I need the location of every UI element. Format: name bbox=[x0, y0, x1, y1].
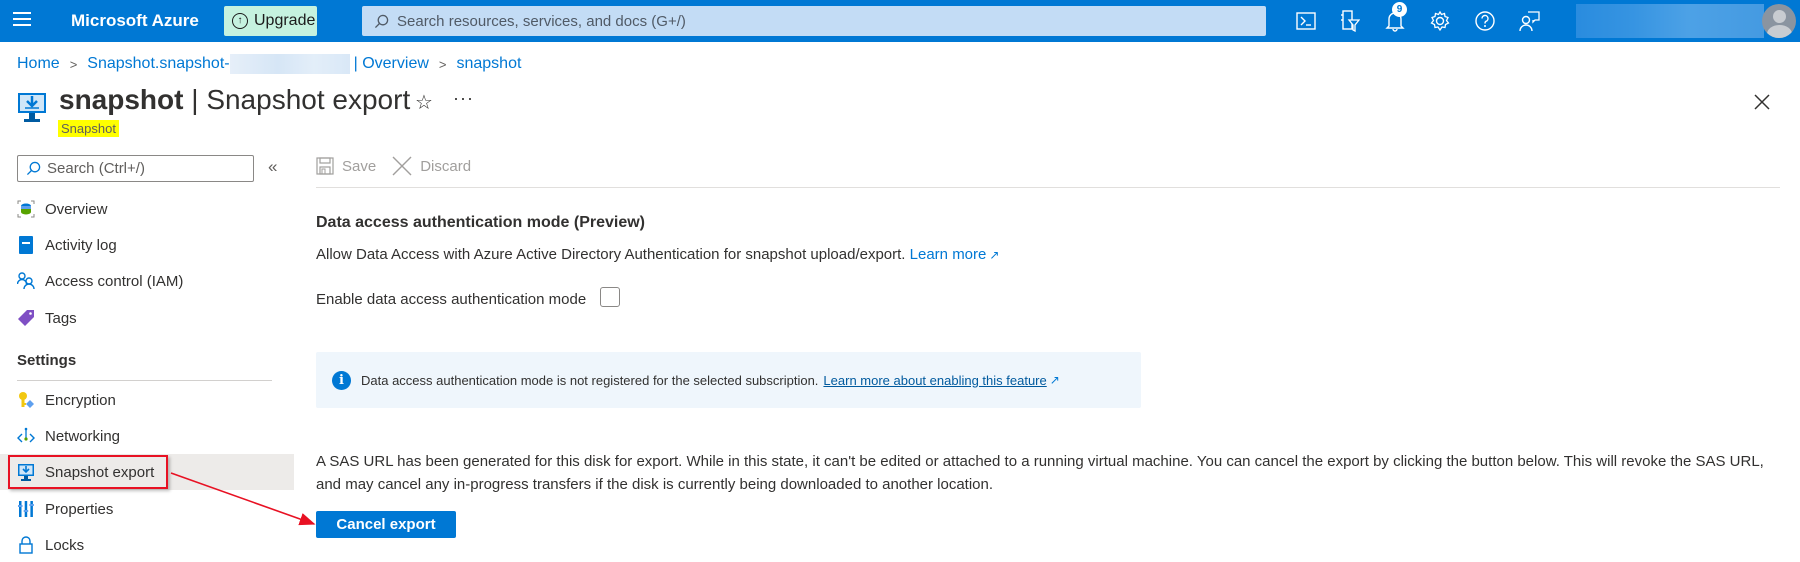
iam-icon bbox=[17, 272, 35, 290]
enable-feature-link[interactable]: Learn more about enabling this feature bbox=[823, 373, 1046, 388]
sidebar-search-placeholder: Search (Ctrl+/) bbox=[47, 160, 145, 177]
page-title: snapshot | Snapshot export bbox=[59, 84, 410, 116]
breadcrumb-snapshot-overview[interactable]: Snapshot.snapshot- bbox=[87, 55, 229, 73]
sidebar-item-encryption[interactable]: Encryption bbox=[0, 382, 294, 418]
section-description-text: Allow Data Access with Azure Active Dire… bbox=[316, 246, 906, 263]
networking-icon bbox=[17, 427, 35, 445]
settings-heading: Settings bbox=[17, 352, 77, 369]
more-options-button[interactable]: ··· bbox=[453, 88, 474, 109]
sidebar-item-properties[interactable]: Properties bbox=[0, 491, 294, 527]
sidebar-item-label: Encryption bbox=[45, 391, 116, 409]
sidebar-item-label: Tags bbox=[45, 309, 77, 327]
resource-type-subtitle: Snapshot bbox=[58, 120, 119, 137]
section-description: Allow Data Access with Azure Active Dire… bbox=[316, 246, 999, 263]
sidebar-item-label: Access control (IAM) bbox=[45, 272, 184, 290]
breadcrumb-overview[interactable]: | Overview bbox=[354, 55, 429, 73]
sidebar-item-label: Activity log bbox=[45, 236, 117, 254]
upgrade-label: Upgrade bbox=[254, 12, 316, 29]
sidebar-item-label: Locks bbox=[45, 536, 85, 554]
chevron-right-icon: > bbox=[438, 56, 447, 72]
save-label: Save bbox=[342, 157, 377, 175]
notification-badge: 9 bbox=[1392, 2, 1407, 17]
global-search-placeholder: Search resources, services, and docs (G+… bbox=[397, 12, 686, 30]
settings-icon[interactable] bbox=[1428, 9, 1452, 33]
sidebar-item-tags[interactable]: Tags bbox=[0, 300, 294, 336]
search-icon bbox=[26, 161, 41, 176]
help-icon[interactable] bbox=[1473, 9, 1497, 33]
save-button[interactable]: Save bbox=[316, 157, 376, 175]
cloud-shell-icon[interactable] bbox=[1294, 9, 1318, 33]
sidebar-item-label: Networking bbox=[45, 427, 121, 445]
avatar[interactable] bbox=[1762, 4, 1796, 38]
account-info-redacted[interactable] bbox=[1576, 4, 1764, 38]
divider bbox=[17, 380, 272, 381]
title-separator: | bbox=[183, 84, 207, 115]
breadcrumb-home[interactable]: Home bbox=[17, 55, 60, 73]
cancel-export-button[interactable]: Cancel export bbox=[316, 511, 456, 538]
sidebar-item-networking[interactable]: Networking bbox=[0, 418, 294, 454]
snapshot-export-icon bbox=[17, 90, 47, 124]
upgrade-button[interactable]: ↑ Upgrade bbox=[224, 6, 317, 36]
enable-data-access-auth-checkbox[interactable] bbox=[600, 287, 620, 307]
favorite-star-icon[interactable]: ☆ bbox=[415, 90, 433, 115]
lock-icon bbox=[17, 536, 35, 554]
menu-icon[interactable] bbox=[13, 12, 31, 28]
divider bbox=[316, 187, 1780, 188]
save-icon bbox=[316, 157, 334, 175]
breadcrumb: Home > Snapshot.snapshot- | Overview > s… bbox=[17, 54, 521, 74]
sidebar-search-input[interactable]: Search (Ctrl+/) bbox=[17, 155, 254, 182]
section-title: Data access authentication mode (Preview… bbox=[316, 214, 645, 231]
info-banner: i Data access authentication mode is not… bbox=[316, 352, 1141, 408]
annotation-highlight-box bbox=[8, 455, 168, 489]
info-icon: i bbox=[332, 370, 351, 390]
learn-more-link[interactable]: Learn more ↗ bbox=[910, 246, 1000, 263]
properties-icon bbox=[17, 500, 35, 518]
discard-label: Discard bbox=[420, 157, 472, 175]
discard-button[interactable]: Discard bbox=[392, 156, 471, 176]
resource-name: snapshot bbox=[59, 84, 184, 115]
sidebar-item-activity-log[interactable]: Activity log bbox=[0, 227, 294, 263]
command-bar: Save Discard bbox=[316, 156, 487, 176]
search-icon bbox=[374, 14, 389, 29]
sidebar-item-label: Overview bbox=[45, 200, 108, 218]
global-search-input[interactable]: Search resources, services, and docs (G+… bbox=[362, 6, 1266, 36]
tag-icon bbox=[17, 309, 35, 327]
key-icon bbox=[17, 391, 35, 409]
sidebar-item-access-control[interactable]: Access control (IAM) bbox=[0, 263, 294, 299]
sidebar-item-label: Properties bbox=[45, 500, 114, 518]
checkbox-label: Enable data access authentication mode bbox=[316, 291, 587, 308]
breadcrumb-snapshot[interactable]: snapshot bbox=[456, 55, 521, 73]
directory-filter-icon[interactable] bbox=[1338, 9, 1362, 33]
external-link-icon: ↗ bbox=[1049, 373, 1060, 387]
discard-icon bbox=[392, 156, 412, 176]
overview-icon bbox=[17, 200, 35, 218]
brand-title[interactable]: Microsoft Azure bbox=[71, 11, 199, 31]
feedback-icon[interactable] bbox=[1518, 9, 1542, 33]
info-text: Data access authentication mode is not r… bbox=[361, 372, 819, 388]
sidebar-item-locks[interactable]: Locks bbox=[0, 527, 294, 562]
chevron-right-icon: > bbox=[69, 56, 78, 72]
arrow-up-circle-icon: ↑ bbox=[232, 13, 248, 29]
sidebar-item-overview[interactable]: Overview bbox=[0, 191, 294, 227]
redacted-text bbox=[229, 54, 350, 74]
page-name: Snapshot export bbox=[206, 84, 411, 115]
sas-url-description: A SAS URL has been generated for this di… bbox=[316, 453, 1764, 493]
external-link-icon: ↗ bbox=[989, 248, 1000, 262]
activity-log-icon bbox=[17, 236, 35, 254]
collapse-sidebar-button[interactable]: « bbox=[268, 157, 277, 177]
close-icon[interactable] bbox=[1752, 92, 1772, 112]
top-bar: Microsoft Azure ↑ Upgrade Search resourc… bbox=[0, 0, 1800, 42]
learn-more-label: Learn more bbox=[909, 246, 987, 263]
